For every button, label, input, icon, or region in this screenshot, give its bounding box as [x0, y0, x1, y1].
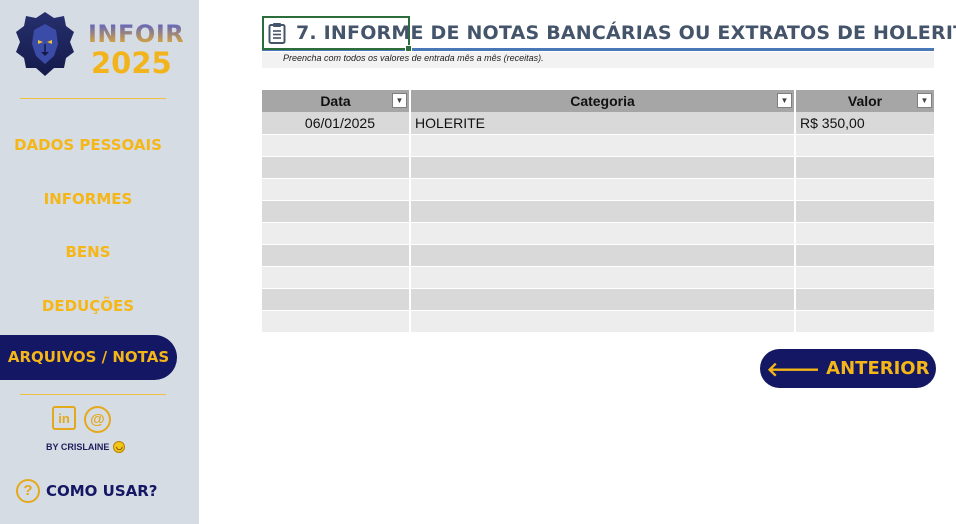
table-cell-categoria[interactable] [410, 222, 796, 245]
table-cell-valor[interactable] [795, 310, 934, 333]
previous-button[interactable]: 🡐 ANTERIOR [760, 349, 936, 388]
table-cell-data[interactable] [262, 266, 411, 289]
filter-dropdown-icon[interactable]: ▼ [392, 93, 407, 108]
table-cell-data[interactable] [262, 244, 411, 267]
table-cell-categoria[interactable] [410, 200, 796, 223]
sidebar-item-informes[interactable]: INFORMES [0, 190, 176, 208]
linkedin-icon[interactable]: in [52, 406, 76, 430]
filter-dropdown-icon[interactable]: ▼ [777, 93, 792, 108]
table-row [262, 134, 934, 157]
table-cell-data[interactable] [262, 222, 411, 245]
sidebar-item-dados-pessoais[interactable]: DADOS PESSOAIS [0, 136, 176, 154]
previous-button-label: ANTERIOR [826, 358, 930, 379]
table-row [262, 244, 934, 267]
table-cell-data[interactable] [262, 178, 411, 201]
table-row [262, 266, 934, 289]
brand-name: INFOIR [88, 20, 185, 48]
filter-dropdown-icon[interactable]: ▼ [917, 93, 932, 108]
help-icon: ? [16, 479, 40, 503]
column-header-label: Categoria [570, 93, 635, 109]
author-credit: BY CRISLAINE ◡ [46, 441, 126, 453]
table-cell-valor[interactable] [795, 156, 934, 179]
social-links: in @ [52, 406, 111, 433]
table-row [262, 200, 934, 223]
clipboard-icon [268, 23, 286, 44]
sidebar-item-bens[interactable]: BENS [0, 243, 176, 261]
sidebar-divider [20, 98, 166, 99]
table-cell-valor[interactable] [795, 266, 934, 289]
table-cell-categoria[interactable] [410, 288, 796, 311]
table-cell-valor[interactable] [795, 200, 934, 223]
table-cell-data[interactable] [262, 200, 411, 223]
column-header-valor: Valor ▼ [795, 90, 934, 112]
lion-logo-icon [16, 12, 74, 76]
table-row [262, 288, 934, 311]
sidebar-item-arquivos-notas[interactable]: ARQUIVOS / NOTAS [0, 335, 177, 380]
table-cell-data[interactable] [262, 134, 411, 157]
email-icon[interactable]: @ [84, 406, 111, 433]
table-cell-categoria[interactable] [410, 178, 796, 201]
table-cell-valor[interactable] [795, 222, 934, 245]
column-header-categoria: Categoria ▼ [410, 90, 796, 112]
author-credit-text: BY CRISLAINE [46, 442, 110, 452]
table-cell-categoria[interactable]: HOLERITE [410, 112, 796, 135]
table-cell-valor[interactable] [795, 288, 934, 311]
table-cell-data[interactable] [262, 310, 411, 333]
sidebar-divider [20, 394, 166, 395]
table-cell-data[interactable]: 06/01/2025 [262, 112, 411, 135]
table-cell-categoria[interactable] [410, 310, 796, 333]
table-row [262, 310, 934, 333]
column-header-label: Data [320, 93, 351, 109]
table-cell-data[interactable] [262, 288, 411, 311]
sidebar-item-deducoes[interactable]: DEDUÇÕES [0, 297, 176, 315]
table-cell-categoria[interactable] [410, 134, 796, 157]
table-row: 06/01/2025 HOLERITE R$ 350,00 [262, 112, 934, 135]
help-label: COMO USAR? [46, 482, 158, 500]
table-cell-data[interactable] [262, 156, 411, 179]
table-cell-categoria[interactable] [410, 156, 796, 179]
smiley-icon: ◡ [113, 441, 126, 453]
page-header: 7. INFORME DE NOTAS BANCÁRIAS OU EXTRATO… [262, 16, 956, 52]
table-cell-valor[interactable] [795, 134, 934, 157]
sidebar: INFOIR 2025 DADOS PESSOAIS INFORMES BENS… [0, 0, 199, 524]
arrow-left-icon: 🡐 [766, 356, 821, 381]
table-cell-categoria[interactable] [410, 266, 796, 289]
table-header-row: Data ▼ Categoria ▼ Valor ▼ [262, 90, 934, 112]
table-cell-valor[interactable] [795, 178, 934, 201]
page-subtitle: Preencha com todos os valores de entrada… [283, 53, 544, 63]
table-row [262, 156, 934, 179]
column-header-label: Valor [847, 93, 883, 109]
brand-year: 2025 [91, 46, 172, 80]
table-row [262, 178, 934, 201]
table-row [262, 222, 934, 245]
page-title: 7. INFORME DE NOTAS BANCÁRIAS OU EXTRATO… [296, 22, 956, 44]
table-cell-valor[interactable] [795, 244, 934, 267]
entries-table: Data ▼ Categoria ▼ Valor ▼ 06/01/2025 HO… [262, 90, 934, 333]
table-cell-valor[interactable]: R$ 350,00 [795, 112, 934, 135]
help-link[interactable]: ? COMO USAR? [16, 479, 158, 503]
table-cell-categoria[interactable] [410, 244, 796, 267]
column-header-data: Data ▼ [262, 90, 411, 112]
subtitle-bar: Preencha com todos os valores de entrada… [262, 52, 934, 68]
